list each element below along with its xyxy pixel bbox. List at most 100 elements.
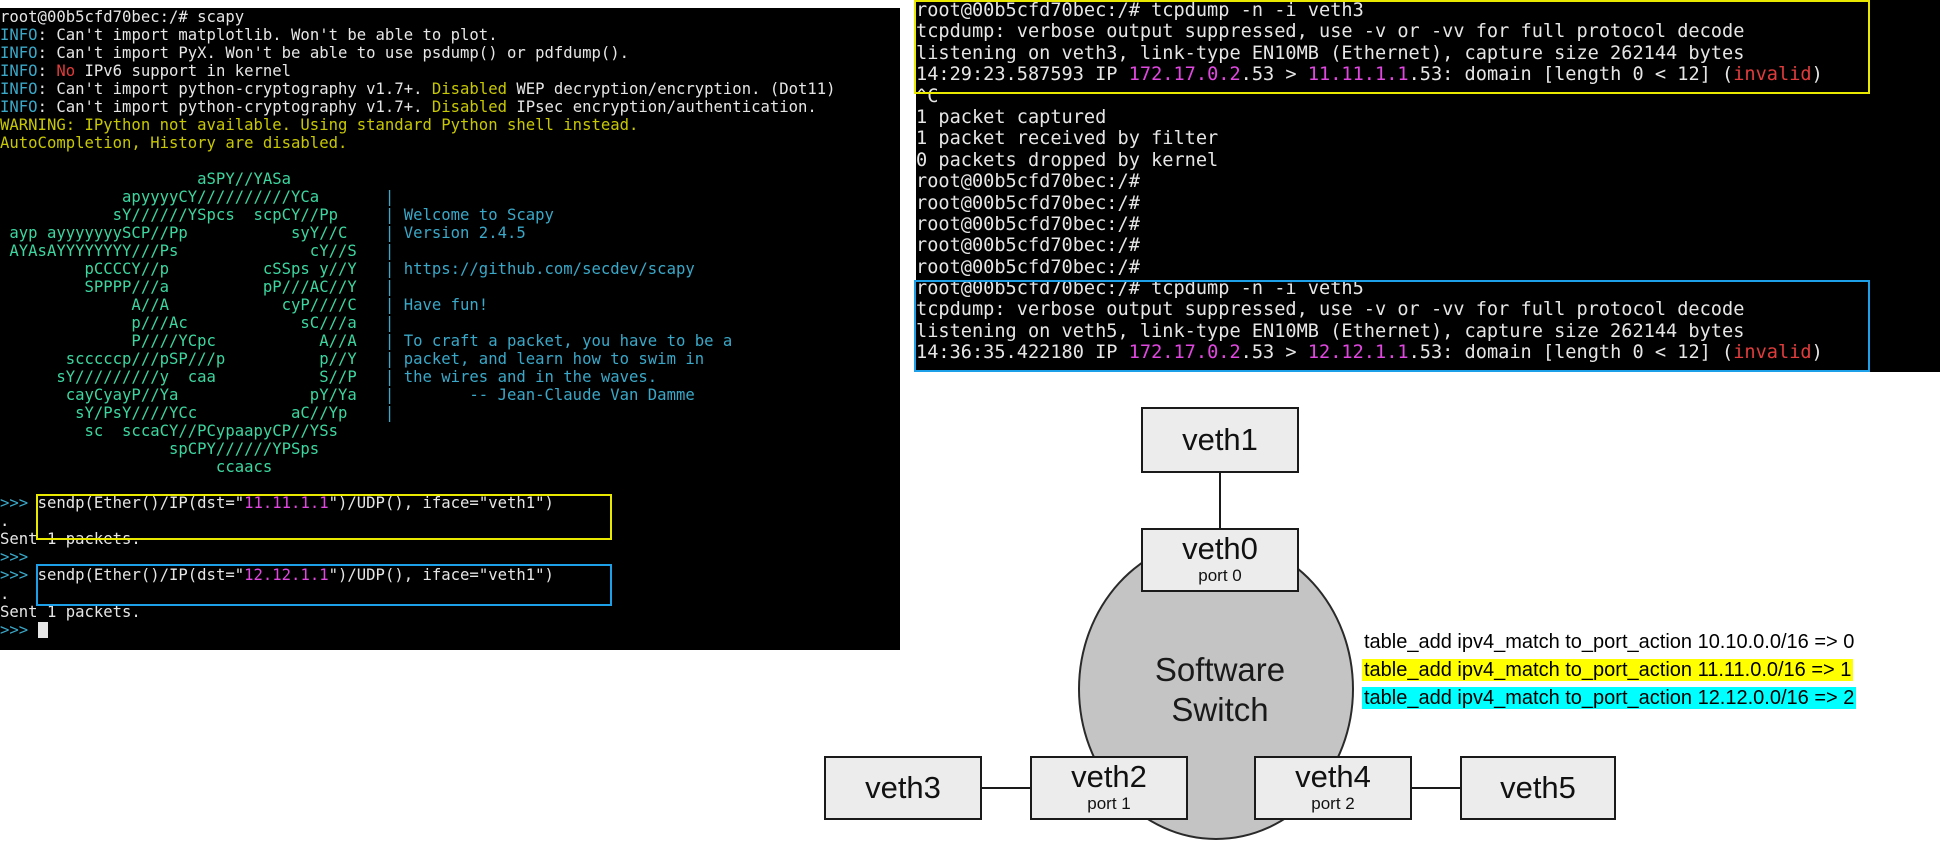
scapy-line: >>> sendp(Ether()/IP(dst="12.12.1.1")/UD…	[0, 566, 900, 584]
scapy-text: | Have fun!	[384, 296, 489, 315]
scapy-line: Sent 1 packets.	[0, 603, 900, 621]
scapy-line: sY/PsY////YCc aC//Yp |	[0, 404, 900, 422]
scapy-text: | https://github.com/secdev/scapy	[384, 260, 695, 279]
scapy-line: root@00b5cfd70bec:/# scapy	[0, 8, 900, 26]
scapy-text: P////YCpc A//A	[0, 332, 385, 351]
tcpdump-line: root@00b5cfd70bec:/#	[916, 235, 1940, 256]
scapy-line: INFO: Can't import python-cryptography v…	[0, 80, 900, 98]
scapy-text: |	[384, 188, 395, 207]
tcpdump-text: tcpdump: verbose output suppressed, use …	[916, 21, 1745, 43]
tcpdump-line: root@00b5cfd70bec:/# tcpdump -n -i veth5	[916, 278, 1940, 299]
scapy-line: sY//////YSpcs scpCY//Pp | Welcome to Sca…	[0, 206, 900, 224]
scapy-text: scccccp///pSP///p p//Y	[0, 350, 385, 369]
tcpdump-text: .53: domain [length 0 < 12] (	[1408, 64, 1734, 86]
scapy-text: : Can't import python-cryptography v1.7+…	[37, 98, 432, 117]
veth3-node: veth3	[824, 756, 982, 820]
text-cursor	[37, 621, 48, 638]
tcpdump-line: 14:36:35.422180 IP 172.17.0.2.53 > 12.12…	[916, 342, 1940, 363]
tcpdump-line: root@00b5cfd70bec:/# tcpdump -n -i veth3	[916, 0, 1940, 21]
tcpdump-line: listening on veth3, link-type EN10MB (Et…	[916, 43, 1940, 64]
tcpdump-text: ^C	[916, 85, 939, 107]
scapy-text: | packet, and learn how to swim in	[384, 350, 705, 369]
tcpdump-text: invalid	[1733, 342, 1812, 364]
scapy-line: AutoCompletion, History are disabled.	[0, 134, 900, 152]
scapy-text: >>>	[0, 494, 38, 513]
scapy-text: :	[37, 62, 57, 81]
scapy-line: scccccp///pSP///p p//Y | packet, and lea…	[0, 350, 900, 368]
scapy-text: No	[56, 62, 76, 81]
scapy-line: apyyyyCY//////////YCa |	[0, 188, 900, 206]
scapy-text: A//A cyP////C	[0, 296, 385, 315]
tcpdump-text: root@00b5cfd70bec:/#	[916, 171, 1140, 193]
veth2-node: veth2 port 1	[1030, 756, 1188, 820]
scapy-line: >>> sendp(Ether()/IP(dst="11.11.1.1")/UD…	[0, 494, 900, 512]
scapy-line: A//A cyP////C | Have fun!	[0, 296, 900, 314]
scapy-line: aSPY//YASa	[0, 170, 900, 188]
scapy-text: cayCyayP//Ya pY/Ya	[0, 386, 385, 405]
scapy-text: INFO	[0, 80, 38, 99]
scapy-line: ayp ayyyyyyySCP//Pp syY//C | Version 2.4…	[0, 224, 900, 242]
scapy-line: INFO: Can't import PyX. Won't be able to…	[0, 44, 900, 62]
tcpdump-text: invalid	[1733, 64, 1812, 86]
tcpdump-line: root@00b5cfd70bec:/#	[916, 193, 1940, 214]
scapy-text: INFO	[0, 44, 38, 63]
tcpdump-line: listening on veth5, link-type EN10MB (Et…	[916, 321, 1940, 342]
scapy-line: SPPPP///a pP///AC//Y |	[0, 278, 900, 296]
scapy-text: AYAsAYYYYYYYY///Ps cY//S	[0, 242, 385, 261]
scapy-text: spCPY//////YPSps	[0, 440, 320, 459]
tcpdump-output: root@00b5cfd70bec:/# tcpdump -n -i veth3…	[916, 0, 1940, 364]
scapy-line: INFO: Can't import python-cryptography v…	[0, 98, 900, 116]
scapy-text: Disabled	[431, 80, 507, 99]
scapy-text: root@00b5cfd70bec:/# scapy	[0, 8, 245, 26]
veth1-veth0-link	[1219, 472, 1221, 530]
scapy-text: pCCCCY//p cSSps y//Y	[0, 260, 385, 279]
scapy-text: sY//////YSpcs scpCY//Pp	[0, 206, 385, 225]
scapy-text: | Version 2.4.5	[384, 224, 526, 243]
scapy-text: |	[384, 278, 395, 297]
scapy-text: .	[0, 512, 10, 531]
scapy-text: >>>	[0, 548, 29, 567]
table-rule-port1: table_add ipv4_match to_port_action 11.1…	[1362, 659, 1854, 681]
scapy-line: WARNING: IPython not available. Using st…	[0, 116, 900, 134]
scapy-line	[0, 476, 900, 494]
scapy-line: INFO: No IPv6 support in kernel	[0, 62, 900, 80]
tcpdump-terminal[interactable]: root@00b5cfd70bec:/# tcpdump -n -i veth3…	[916, 0, 1940, 372]
tcpdump-text: root@00b5cfd70bec:/#	[916, 213, 1140, 235]
scapy-text: | To craft a packet, you have to be a	[384, 332, 733, 351]
tcpdump-text: 172.17.0.2	[1128, 64, 1241, 86]
scapy-text: | Welcome to Scapy	[384, 206, 554, 225]
scapy-text: SPPPP///a pP///AC//Y	[0, 278, 385, 297]
tcpdump-line: ^C	[916, 86, 1940, 107]
scapy-text: ")/UDP(), iface="veth1")	[328, 494, 554, 513]
tcpdump-text: .53: domain [length 0 < 12] (	[1408, 342, 1734, 364]
tcpdump-text: 11.11.1.1	[1307, 64, 1409, 86]
software-switch-label: Software Switch	[1154, 651, 1286, 728]
tcpdump-line: 14:29:23.587593 IP 172.17.0.2.53 > 11.11…	[916, 64, 1940, 85]
scapy-text: INFO	[0, 26, 38, 45]
scapy-text: : Can't import PyX. Won't be able to use…	[37, 44, 630, 63]
tcpdump-text: )	[1811, 64, 1823, 86]
scapy-text: : Can't import python-cryptography v1.7+…	[37, 80, 432, 99]
scapy-text: IPsec encryption/authentication.	[506, 98, 817, 117]
scapy-text: Sent 1 packets.	[0, 530, 141, 549]
scapy-text: : Can't import matplotlib. Won't be able…	[37, 26, 498, 45]
scapy-text: >>>	[0, 620, 38, 639]
tcpdump-text: root@00b5cfd70bec:/# tcpdump -n -i veth5	[916, 278, 1364, 300]
tcpdump-line: 0 packets dropped by kernel	[916, 150, 1940, 171]
tcpdump-text: 1 packet captured	[916, 106, 1107, 128]
scapy-text: .	[0, 584, 10, 603]
tcpdump-text: listening on veth5, link-type EN10MB (Et…	[916, 320, 1745, 342]
tcpdump-line: root@00b5cfd70bec:/#	[916, 214, 1940, 235]
scapy-text: sendp(Ether()/IP(dst="	[37, 566, 245, 585]
scapy-text: | -- Jean-Claude Van Damme	[384, 386, 695, 405]
scapy-line: .	[0, 585, 900, 603]
tcpdump-text: root@00b5cfd70bec:/#	[916, 192, 1140, 214]
scapy-text: sc sccaCY//PCypaapyCP//YSs	[0, 422, 338, 441]
scapy-text: IPv6 support in kernel	[75, 62, 292, 81]
tcpdump-text: 172.17.0.2	[1128, 342, 1241, 364]
scapy-text: sY/PsY////YCc aC//Yp	[0, 404, 385, 423]
scapy-text: INFO	[0, 62, 38, 81]
veth5-node: veth5	[1460, 756, 1616, 820]
scapy-line: INFO: Can't import matplotlib. Won't be …	[0, 26, 900, 44]
scapy-terminal[interactable]: root@00b5cfd70bec:/# scapy INFO: Can't im…	[0, 8, 900, 650]
